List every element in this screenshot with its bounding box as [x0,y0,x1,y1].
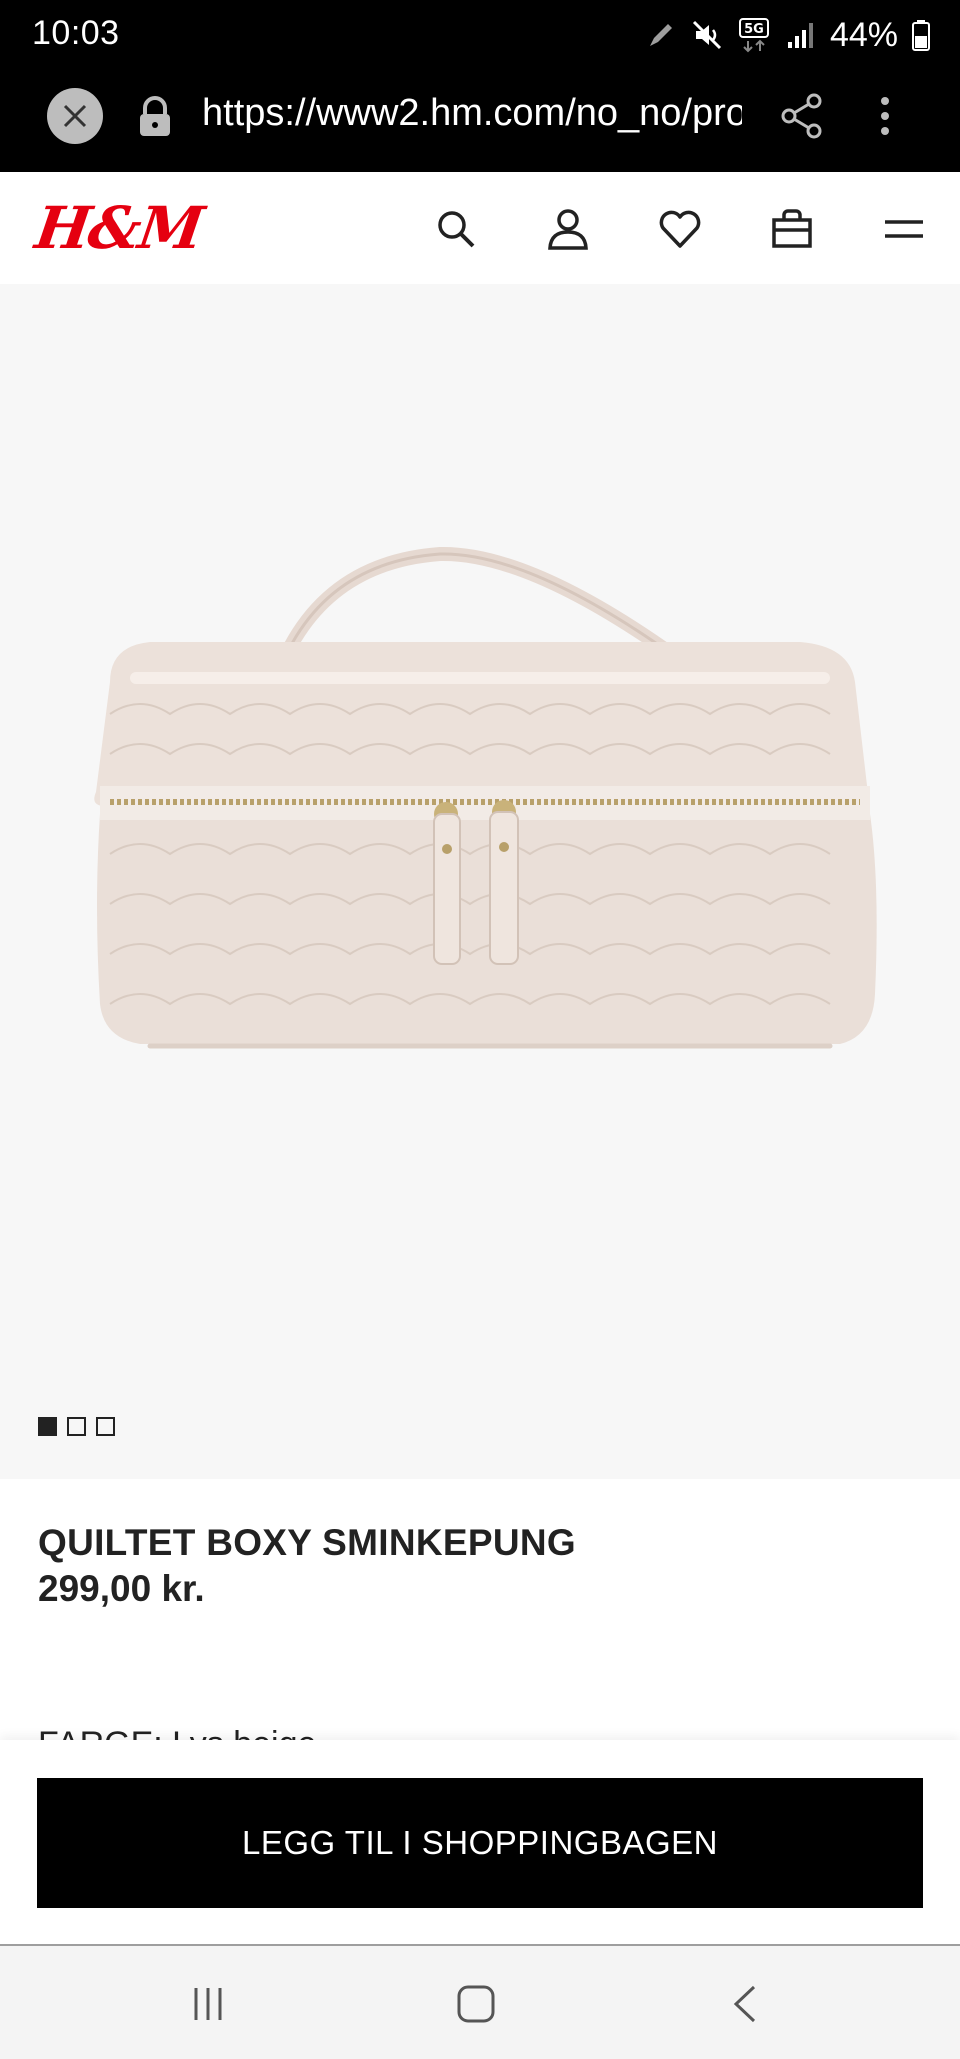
back-icon [733,1985,756,2023]
add-to-bag-button[interactable]: LEGG TIL I SHOPPINGBAGEN [37,1778,923,1908]
close-tab-button[interactable] [47,88,103,144]
back-button[interactable] [716,1982,776,2026]
product-image-carousel[interactable] [0,284,960,1479]
svg-text:5G: 5G [744,22,764,37]
menu-icon[interactable] [881,206,927,252]
signal-icon [787,23,813,48]
network-5g-icon: 5G [738,18,769,53]
mute-icon [692,20,721,50]
more-options-icon[interactable] [870,92,900,140]
search-icon[interactable] [433,206,479,252]
status-icons: 5G 44% [646,12,930,58]
product-title: QUILTET BOXY SMINKEPUNG [38,1522,576,1563]
status-bar: 10:03 5G 44% [0,0,960,70]
recent-apps-button[interactable] [178,1982,238,2026]
lock-icon [140,96,170,136]
product-price: 299,00 kr. [38,1568,205,1609]
carousel-indicators [38,1417,115,1436]
carousel-dot[interactable] [38,1417,57,1436]
add-to-bag-bar: LEGG TIL I SHOPPINGBAGEN [0,1740,960,1946]
share-icon[interactable] [780,92,824,140]
home-icon [457,1985,495,2023]
status-time: 10:03 [32,14,120,52]
url-field[interactable]: https://www2.hm.com/no_no/productpage [202,92,742,142]
site-header: H&M [0,172,960,284]
account-icon[interactable] [545,206,591,252]
system-navigation-bar [0,1946,960,2059]
shopping-bag-icon[interactable] [769,206,815,252]
hm-logo[interactable]: H&M [31,194,206,262]
product-image [94,546,877,1049]
carousel-dot[interactable] [67,1417,86,1436]
battery-percent: 44% [829,15,898,54]
recent-apps-icon [194,1988,222,2020]
close-icon [63,104,87,128]
battery-icon [912,20,930,51]
favorites-heart-icon[interactable] [657,206,703,252]
pencil-icon [649,24,672,46]
browser-url-bar: https://www2.hm.com/no_no/productpage [0,70,960,172]
home-button[interactable] [446,1982,506,2026]
carousel-dot[interactable] [96,1417,115,1436]
